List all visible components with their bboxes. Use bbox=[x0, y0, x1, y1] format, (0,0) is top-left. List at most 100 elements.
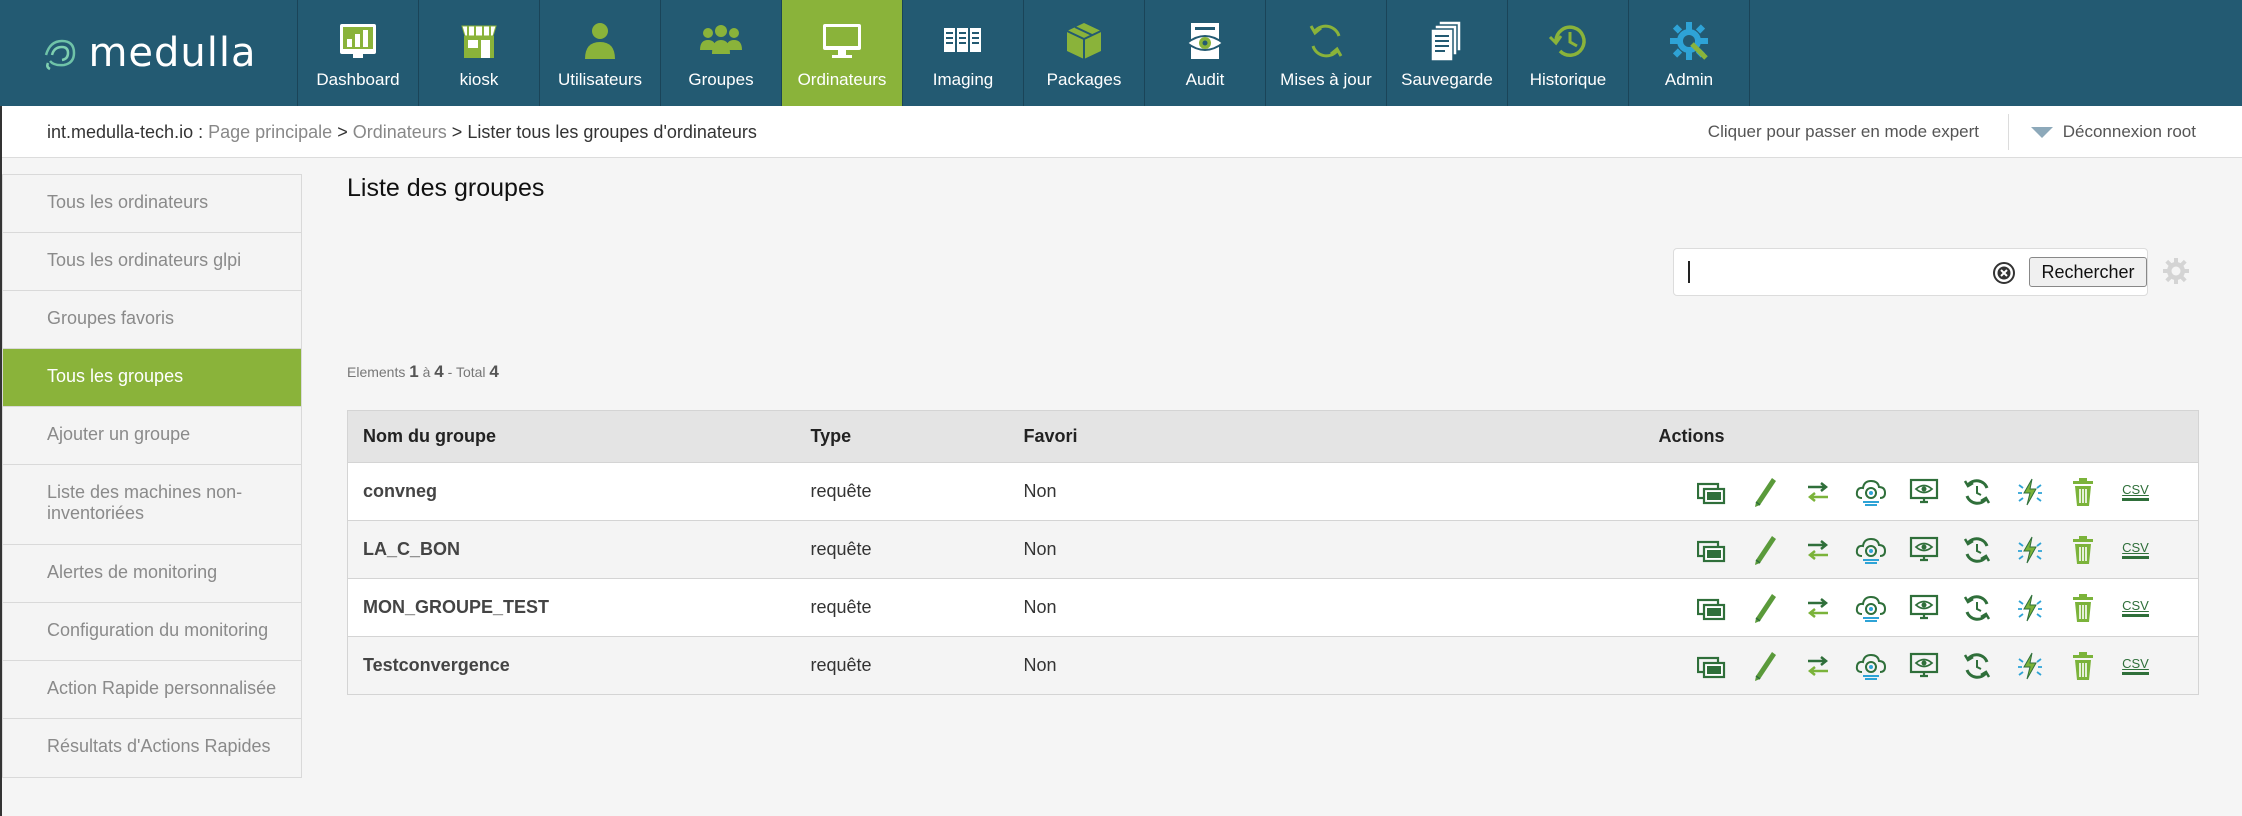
delete-trash-icon[interactable] bbox=[2065, 474, 2101, 510]
nav-mises-a-jour[interactable]: Mises à jour bbox=[1266, 0, 1387, 106]
sidebar-item-resultats-actions[interactable]: Résultats d'Actions Rapides bbox=[3, 719, 301, 777]
csv-label: CSV bbox=[2122, 598, 2149, 617]
csv-export-icon[interactable]: CSV bbox=[2118, 532, 2154, 568]
nav-groupes[interactable]: Groupes bbox=[661, 0, 782, 106]
medulla-logo-mark-icon bbox=[45, 39, 76, 71]
monitor-view-icon[interactable] bbox=[1906, 590, 1942, 626]
nav-admin[interactable]: Admin bbox=[1629, 0, 1750, 106]
sidebar-item-tous-les-groupes[interactable]: Tous les groupes bbox=[3, 349, 301, 407]
group-type-cell: requête bbox=[795, 462, 1009, 521]
nav-dashboard[interactable]: Dashboard bbox=[298, 0, 419, 106]
nav-ordinateurs[interactable]: Ordinateurs bbox=[782, 0, 903, 106]
clear-search-icon[interactable] bbox=[1992, 261, 2016, 285]
edit-pencil-icon[interactable] bbox=[1747, 474, 1783, 510]
table-row[interactable]: Testconvergence requête Non CSV bbox=[347, 636, 2199, 695]
display-group-icon[interactable] bbox=[1694, 590, 1730, 626]
display-group-icon[interactable] bbox=[1694, 474, 1730, 510]
breadcrumb-separator: > bbox=[337, 122, 348, 142]
quick-action-flash-icon[interactable] bbox=[2012, 590, 2048, 626]
csv-export-icon[interactable]: CSV bbox=[2118, 590, 2154, 626]
group-name-cell[interactable]: MON_GROUPE_TEST bbox=[347, 578, 796, 637]
top-navigation-bar: medulla Dashboard kiosk Utilisateurs Gro… bbox=[0, 0, 2242, 106]
actions-cell: CSV bbox=[1643, 520, 2199, 579]
group-type-cell: requête bbox=[795, 520, 1009, 579]
sidebar-item-ajouter-groupe[interactable]: Ajouter un groupe bbox=[3, 407, 301, 465]
transfer-arrows-icon[interactable] bbox=[1800, 590, 1836, 626]
transfer-arrows-icon[interactable] bbox=[1800, 648, 1836, 684]
display-group-icon[interactable] bbox=[1694, 648, 1730, 684]
row-actions: CSV bbox=[1659, 474, 2199, 510]
search-button[interactable]: Rechercher bbox=[2029, 257, 2147, 287]
quick-action-flash-icon[interactable] bbox=[2012, 648, 2048, 684]
nav-packages[interactable]: Packages bbox=[1024, 0, 1145, 106]
monitor-view-icon[interactable] bbox=[1906, 648, 1942, 684]
delete-trash-icon[interactable] bbox=[2065, 590, 2101, 626]
breadcrumb-home-link[interactable]: Page principale bbox=[208, 122, 332, 142]
quick-action-flash-icon[interactable] bbox=[2012, 532, 2048, 568]
actions-cell: CSV bbox=[1643, 636, 2199, 695]
sidebar-item-action-rapide[interactable]: Action Rapide personnalisée bbox=[3, 661, 301, 719]
column-header-nom[interactable]: Nom du groupe bbox=[347, 410, 796, 463]
nav-sauvegarde[interactable]: Sauvegarde bbox=[1387, 0, 1508, 106]
computer-icon bbox=[823, 24, 861, 58]
actions-cell: CSV bbox=[1643, 462, 2199, 521]
cloud-deploy-icon[interactable] bbox=[1853, 648, 1889, 684]
cloud-deploy-icon[interactable] bbox=[1853, 590, 1889, 626]
group-name-cell[interactable]: LA_C_BON bbox=[347, 520, 796, 579]
history-icon bbox=[1548, 25, 1586, 57]
page-title: Liste des groupes bbox=[347, 174, 545, 202]
column-header-favori[interactable]: Favori bbox=[1008, 410, 1644, 463]
nav-audit[interactable]: Audit bbox=[1145, 0, 1266, 106]
expert-mode-link[interactable]: Cliquer pour passer en mode expert bbox=[1708, 122, 1979, 142]
sidebar-item-machines-non-inventoriees[interactable]: Liste des machines non-inventoriées bbox=[3, 465, 301, 545]
transfer-arrows-icon[interactable] bbox=[1800, 532, 1836, 568]
update-cycle-icon[interactable] bbox=[1959, 474, 1995, 510]
update-cycle-icon[interactable] bbox=[1959, 532, 1995, 568]
cloud-deploy-icon[interactable] bbox=[1853, 532, 1889, 568]
kiosk-icon bbox=[461, 25, 497, 58]
medulla-logo[interactable]: medulla bbox=[0, 0, 298, 106]
edit-pencil-icon[interactable] bbox=[1747, 648, 1783, 684]
sidebar-item-groupes-favoris[interactable]: Groupes favoris bbox=[3, 291, 301, 349]
delete-trash-icon[interactable] bbox=[2065, 532, 2101, 568]
edit-pencil-icon[interactable] bbox=[1747, 590, 1783, 626]
transfer-arrows-icon[interactable] bbox=[1800, 474, 1836, 510]
group-name-cell[interactable]: convneg bbox=[347, 462, 796, 521]
edit-pencil-icon[interactable] bbox=[1747, 532, 1783, 568]
update-cycle-icon[interactable] bbox=[1959, 648, 1995, 684]
monitor-view-icon[interactable] bbox=[1906, 474, 1942, 510]
breadcrumb: int.medulla-tech.io : Page principale > … bbox=[47, 122, 757, 143]
settings-gear-icon[interactable] bbox=[2162, 257, 2190, 285]
search-input[interactable] bbox=[1684, 258, 1984, 286]
table-row[interactable]: convneg requête Non CSV bbox=[347, 462, 2199, 521]
sidebar-item-alertes-monitoring[interactable]: Alertes de monitoring bbox=[3, 545, 301, 603]
update-cycle-icon[interactable] bbox=[1959, 590, 1995, 626]
breadcrumb-section-link[interactable]: Ordinateurs bbox=[353, 122, 447, 142]
nav-utilisateurs[interactable]: Utilisateurs bbox=[540, 0, 661, 106]
table-row[interactable]: MON_GROUPE_TEST requête Non CSV bbox=[347, 578, 2199, 637]
group-name-cell[interactable]: Testconvergence bbox=[347, 636, 796, 695]
sidebar-item-ordinateurs-glpi[interactable]: Tous les ordinateurs glpi bbox=[3, 233, 301, 291]
nav-kiosk[interactable]: kiosk bbox=[419, 0, 540, 106]
updates-icon bbox=[1309, 24, 1343, 58]
nav-historique[interactable]: Historique bbox=[1508, 0, 1629, 106]
csv-export-icon[interactable]: CSV bbox=[2118, 474, 2154, 510]
nav-imaging[interactable]: Imaging bbox=[903, 0, 1024, 106]
display-group-icon[interactable] bbox=[1694, 532, 1730, 568]
group-favori-cell: Non bbox=[1008, 636, 1644, 695]
logout-link[interactable]: Déconnexion root bbox=[2030, 122, 2196, 142]
sidebar-item-tous-les-ordinateurs[interactable]: Tous les ordinateurs bbox=[3, 175, 301, 233]
table-header-row: Nom du groupe Type Favori Actions bbox=[347, 410, 2199, 463]
user-icon bbox=[585, 23, 615, 59]
imaging-icon bbox=[944, 28, 981, 52]
column-header-type[interactable]: Type bbox=[795, 410, 1009, 463]
sidebar-item-configuration-monitoring[interactable]: Configuration du monitoring bbox=[3, 603, 301, 661]
quick-action-flash-icon[interactable] bbox=[2012, 474, 2048, 510]
delete-trash-icon[interactable] bbox=[2065, 648, 2101, 684]
table-row[interactable]: LA_C_BON requête Non CSV bbox=[347, 520, 2199, 579]
cloud-deploy-icon[interactable] bbox=[1853, 474, 1889, 510]
groups-table: Nom du groupe Type Favori Actions convne… bbox=[347, 410, 2199, 695]
monitor-view-icon[interactable] bbox=[1906, 532, 1942, 568]
pagination-count: Elements 1 à 4 - Total 4 bbox=[347, 362, 499, 381]
csv-export-icon[interactable]: CSV bbox=[2118, 648, 2154, 684]
